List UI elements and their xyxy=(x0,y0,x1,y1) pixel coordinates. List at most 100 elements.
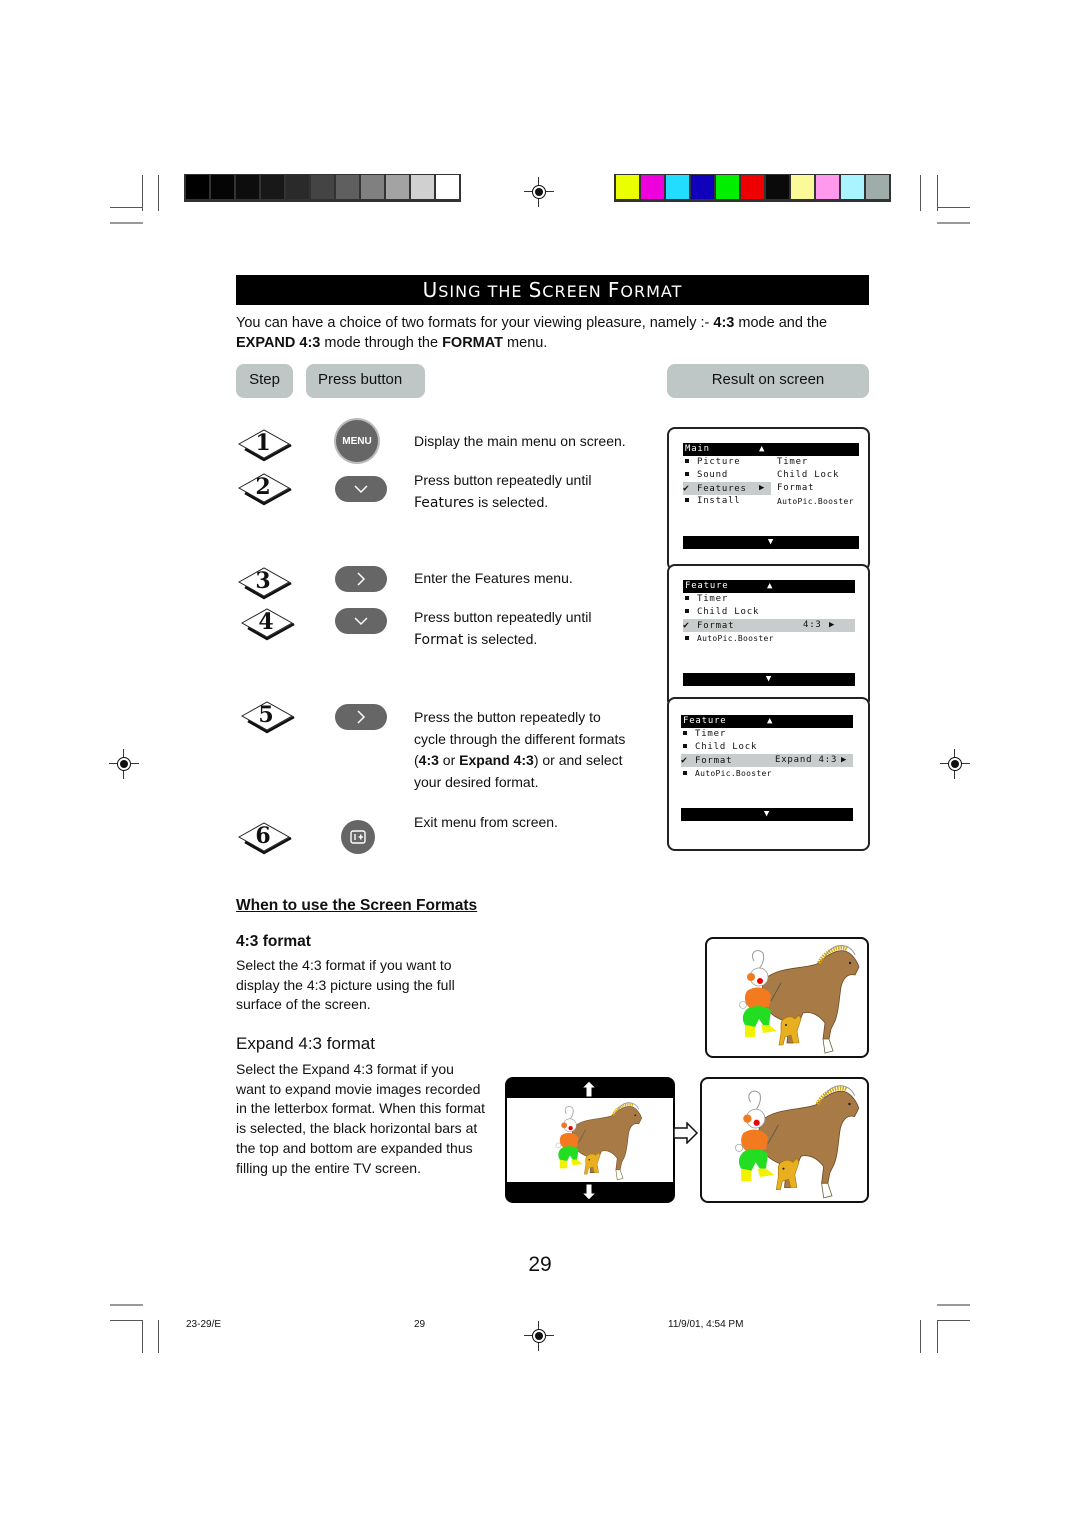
color-swatch xyxy=(311,175,334,199)
color-swatch xyxy=(641,175,664,199)
scroll-down-icon: ▼ xyxy=(767,537,775,547)
osd-header: Feature ▲ xyxy=(683,580,855,593)
registration-mark-icon xyxy=(109,749,139,779)
osd-submenu-item: AutoPic.Booster xyxy=(777,497,854,506)
step-text: Press button repeatedly until xyxy=(414,472,592,488)
submenu-arrow-icon: ▶ xyxy=(841,755,848,765)
step-text: Press button repeatedly until xyxy=(414,609,592,625)
crop-mark xyxy=(142,175,143,211)
step-text: Format xyxy=(414,631,464,648)
step-number: 2 xyxy=(255,474,271,500)
step-6-description: Exit menu from screen. xyxy=(414,814,558,830)
footer-page-number: 29 xyxy=(414,1319,426,1330)
osd-title: Main xyxy=(685,444,710,454)
intro-text: mode and the xyxy=(734,315,828,331)
bullet-icon xyxy=(683,731,687,735)
osd-menu-row-selected: ✔ Format Expand 4:3 ▶ xyxy=(681,754,853,767)
intro-text: menu. xyxy=(503,335,548,351)
checkmark-icon: ✔ xyxy=(683,483,690,494)
step-text: is selected. xyxy=(463,630,538,647)
section-title-bar: USING THE SCREEN FORMAT xyxy=(236,275,869,305)
osd-title: Feature xyxy=(685,581,729,591)
step-text: Features xyxy=(414,494,475,511)
column-header-result: Result on screen xyxy=(667,364,869,398)
title-text: ORMAT xyxy=(620,282,683,301)
osd-footer: ▼ xyxy=(683,536,859,549)
scroll-up-icon: ▲ xyxy=(767,581,774,591)
color-swatch xyxy=(816,175,839,199)
osd-row-label: Timer xyxy=(697,594,729,604)
osd-menu-row-selected: ✔ Format 4:3 ▶ xyxy=(683,619,855,632)
bullet-icon xyxy=(685,596,689,600)
bullet-icon xyxy=(685,459,689,463)
color-swatch xyxy=(666,175,689,199)
illustration-expand-43 xyxy=(700,1077,869,1203)
crop-mark xyxy=(920,1320,921,1353)
osd-menu-row: AutoPic.Booster xyxy=(683,632,855,645)
clown-horse-dog-image xyxy=(735,1085,860,1199)
step-number: 3 xyxy=(255,568,271,594)
illustration-43-format xyxy=(705,937,869,1058)
osd-submenu-item: Format xyxy=(777,483,815,493)
title-text: CREEN xyxy=(542,282,608,301)
osd-row-label: Features xyxy=(697,484,747,494)
color-swatch xyxy=(841,175,864,199)
crop-mark xyxy=(937,1320,970,1321)
osd-screen-feature-expand: Feature ▲ Timer Child Lock ✔ Format Expand … xyxy=(667,697,870,851)
clown-horse-dog-image xyxy=(739,945,860,1054)
bullet-icon xyxy=(685,472,689,476)
bullet-icon xyxy=(685,636,689,640)
crop-mark xyxy=(142,1320,143,1353)
osd-submenu-item: Child Lock xyxy=(777,470,840,480)
intro-text: EXPAND 4:3 xyxy=(236,335,321,351)
submenu-arrow-icon: ▶ xyxy=(829,620,836,630)
format-value: 4:3 xyxy=(803,620,822,630)
format-43-description: Select the 4:3 format if you want to dis… xyxy=(236,957,455,1013)
column-header-step: Step xyxy=(236,364,293,398)
osd-menu-row: Child Lock xyxy=(683,606,855,619)
intro-text: 4:3 xyxy=(713,315,735,331)
step-text: ) or and select xyxy=(533,752,623,768)
osd-row-label: Format xyxy=(695,756,733,766)
expand-format-description: Select the Expand 4:3 format if you want… xyxy=(236,1061,485,1176)
step-3-description: Enter the Features menu. xyxy=(414,570,573,586)
checkmark-icon: ✔ xyxy=(681,755,688,766)
grayscale-calibration-bar xyxy=(184,174,461,202)
expand-down-arrow-icon xyxy=(581,1183,597,1201)
color-swatch xyxy=(716,175,739,199)
color-swatch xyxy=(211,175,234,199)
scroll-up-icon: ▲ xyxy=(767,716,774,726)
osd-row-label: Sound xyxy=(697,470,729,480)
format-43-heading: 4:3 format xyxy=(236,933,311,950)
clown-horse-dog-image xyxy=(555,1102,643,1181)
intro-text: You can have a choice of two formats for… xyxy=(236,315,714,331)
bullet-icon xyxy=(685,498,689,502)
step-text: your desired format. xyxy=(414,773,539,790)
crop-mark xyxy=(937,222,970,224)
registration-mark-icon xyxy=(940,749,970,779)
down-arrow-button-icon xyxy=(335,608,387,634)
transition-arrow-icon xyxy=(673,1122,699,1144)
registration-mark-icon xyxy=(524,1321,554,1351)
scroll-down-icon: ▼ xyxy=(763,809,771,819)
step-number: 1 xyxy=(255,430,271,456)
bullet-icon xyxy=(685,609,689,613)
step-number-badge: 1 xyxy=(237,427,293,462)
osd-footer: ▼ xyxy=(683,673,855,686)
osd-menu-row: Timer xyxy=(681,728,853,741)
step-text: Press the button repeatedly to xyxy=(414,709,601,725)
osd-header: Main ▲ xyxy=(683,443,859,456)
title-text: S xyxy=(528,278,543,302)
color-swatch xyxy=(741,175,764,199)
step-text: Expand 4:3 xyxy=(459,752,534,768)
color-swatch xyxy=(286,175,309,199)
osd-row-label: Timer xyxy=(695,729,727,739)
step-text: or xyxy=(438,752,460,768)
menu-button-icon: MENU xyxy=(336,420,378,462)
step-number: 4 xyxy=(258,609,274,635)
color-swatch xyxy=(411,175,434,199)
page-number: 29 xyxy=(528,1253,552,1276)
color-swatch xyxy=(261,175,284,199)
color-swatch xyxy=(336,175,359,199)
title-text: SING THE xyxy=(438,282,529,301)
